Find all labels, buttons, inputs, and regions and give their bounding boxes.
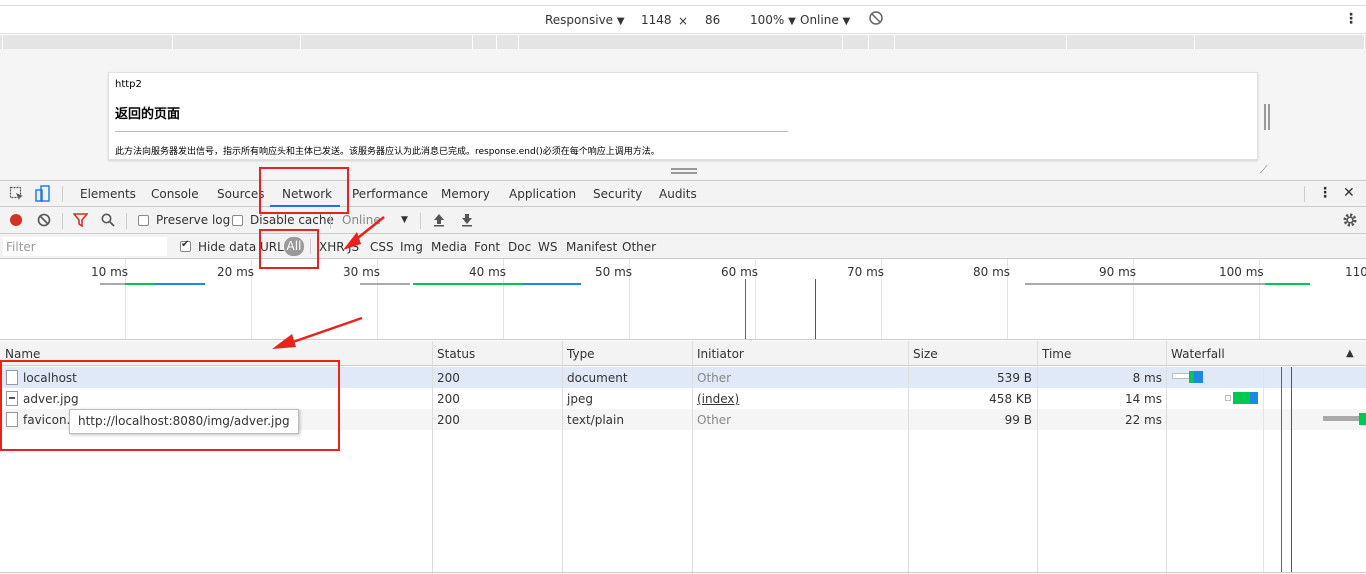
bottom-border — [0, 572, 1366, 573]
annotation-arrow — [272, 316, 363, 349]
annotation-arrows — [272, 216, 385, 349]
annotation-arrow — [343, 216, 385, 250]
